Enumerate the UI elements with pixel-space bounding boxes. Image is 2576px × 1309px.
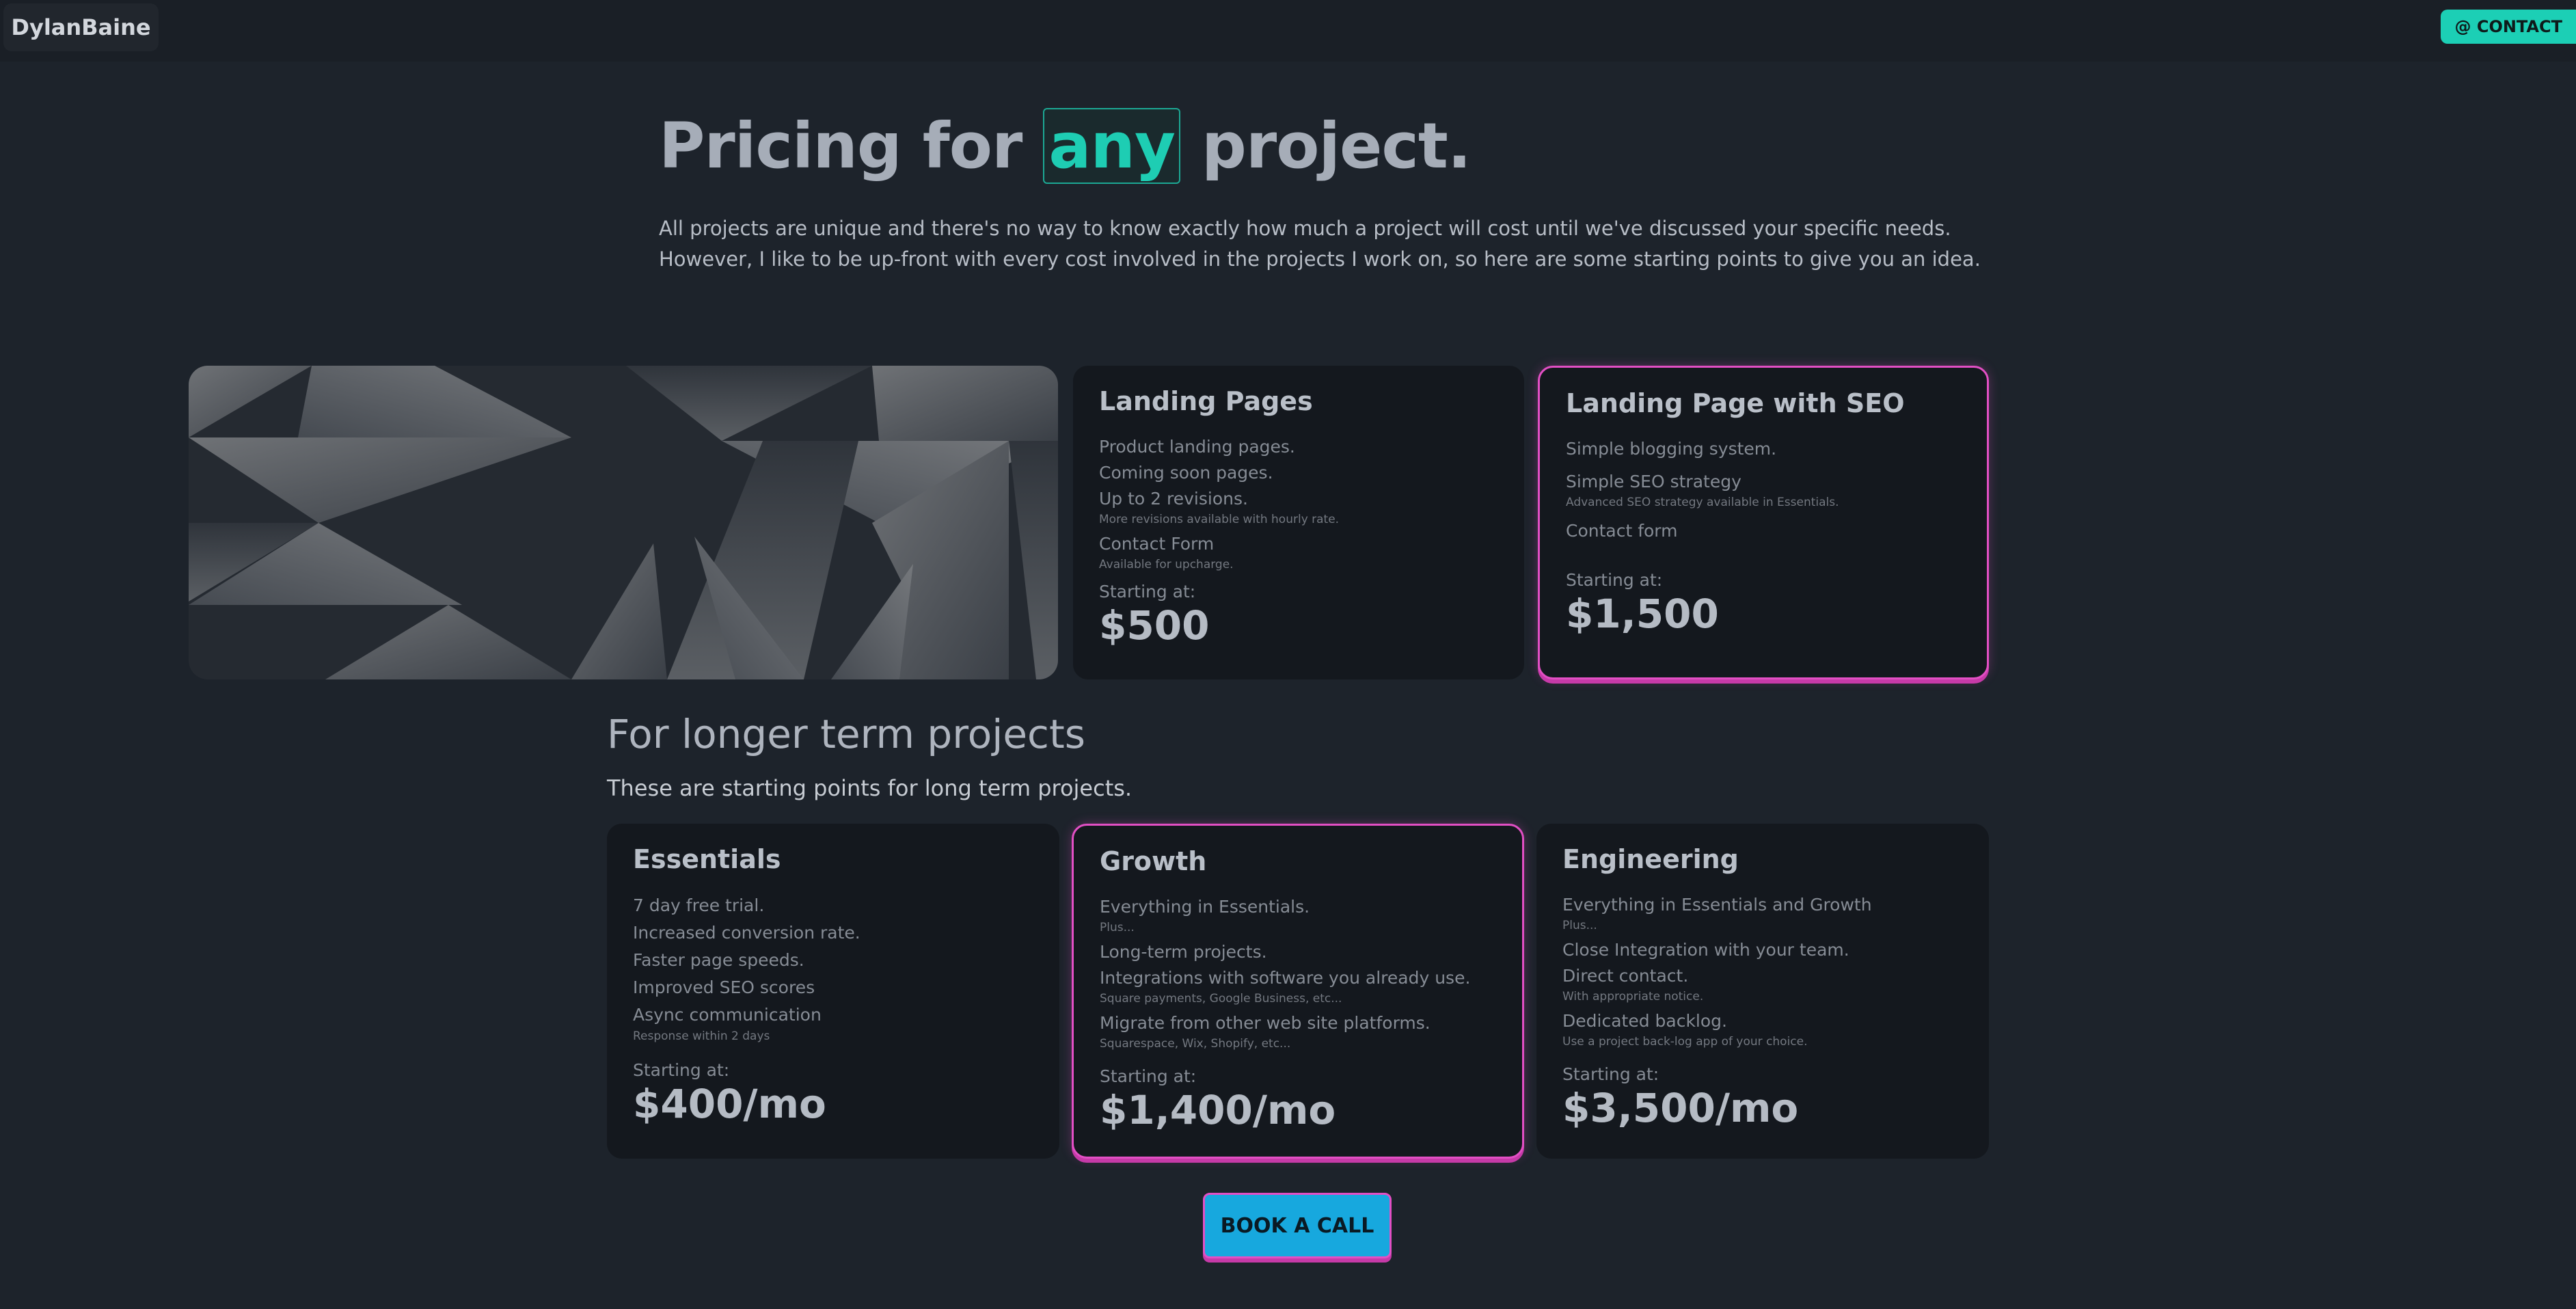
feature-item: Simple SEO strategy: [1566, 472, 1741, 491]
feature-note: More revisions available with hourly rat…: [1099, 513, 1340, 526]
starting-at-label: Starting at:: [1100, 1066, 1197, 1086]
feature-item: Contact Form: [1099, 534, 1215, 554]
starting-at-label: Starting at:: [1562, 1064, 1659, 1084]
decorative-geometric-art: [189, 366, 1058, 679]
feature-item: Everything in Essentials.: [1100, 897, 1310, 917]
card-title: Essentials: [633, 844, 781, 874]
feature-note: Advanced SEO strategy available in Essen…: [1566, 496, 1839, 509]
feature-note: Plus...: [1562, 919, 1597, 932]
pricing-card-landing-seo: Landing Page with SEO Simple blogging sy…: [1538, 366, 1989, 679]
feature-note: Plus...: [1100, 921, 1135, 934]
card-title: Growth: [1100, 846, 1207, 876]
starting-at-label: Starting at:: [1099, 582, 1196, 602]
brand-logo-link[interactable]: DylanBaine: [3, 3, 159, 51]
feature-item: Up to 2 revisions.: [1099, 489, 1248, 509]
feature-note: Square payments, Google Business, etc...: [1100, 992, 1342, 1006]
starting-at-label: Starting at:: [633, 1060, 730, 1080]
long-term-section-title: For longer term projects: [607, 711, 1085, 757]
feature-item: Faster page speeds.: [633, 950, 804, 970]
feature-note: Use a project back-log app of your choic…: [1562, 1035, 1808, 1049]
price: $1,400/mo: [1100, 1087, 1336, 1133]
feature-note: Response within 2 days: [633, 1029, 770, 1043]
starting-at-label: Starting at:: [1566, 570, 1663, 590]
title-highlight: any: [1043, 108, 1180, 184]
feature-item: Direct contact.: [1562, 966, 1689, 986]
book-a-call-button[interactable]: BOOK A CALL: [1203, 1193, 1392, 1258]
feature-item: Increased conversion rate.: [633, 923, 860, 943]
top-nav-bar: DylanBaine @ CONTACT: [0, 0, 2576, 62]
feature-item: Improved SEO scores: [633, 977, 815, 997]
card-title: Landing Pages: [1099, 386, 1313, 416]
contact-button[interactable]: @ CONTACT: [2441, 10, 2576, 44]
feature-item: Coming soon pages.: [1099, 463, 1273, 483]
feature-note: Available for upcharge.: [1099, 558, 1234, 571]
feature-item: Migrate from other web site platforms.: [1100, 1013, 1431, 1033]
pricing-card-engineering: Engineering Everything in Essentials and…: [1536, 824, 1989, 1159]
card-title: Landing Page with SEO: [1566, 388, 1905, 418]
price: $500: [1099, 602, 1210, 649]
feature-item: Close Integration with your team.: [1562, 940, 1849, 960]
feature-item: Async communication: [633, 1005, 822, 1025]
intro-paragraph: All projects are unique and there's no w…: [659, 217, 1981, 271]
price: $3,500/mo: [1562, 1085, 1799, 1131]
feature-item: Product landing pages.: [1099, 437, 1295, 457]
pricing-card-essentials: Essentials 7 day free trial. Increased c…: [607, 824, 1059, 1159]
feature-item: Long-term projects.: [1100, 942, 1267, 962]
title-text-before: Pricing for: [659, 109, 1022, 183]
title-text-after: project.: [1202, 109, 1472, 183]
feature-item: 7 day free trial.: [633, 895, 765, 915]
pricing-card-landing-pages: Landing Pages Product landing pages. Com…: [1073, 366, 1524, 679]
feature-item: Integrations with software you already u…: [1100, 968, 1471, 988]
feature-item: Simple blogging system.: [1566, 439, 1777, 459]
long-term-section-subtitle: These are starting points for long term …: [607, 775, 1133, 801]
price: $400/mo: [633, 1081, 826, 1127]
price: $1,500: [1566, 591, 1719, 637]
page-title: Pricing for any project.: [659, 108, 1472, 184]
feature-item: Everything in Essentials and Growth: [1562, 895, 1872, 915]
pricing-card-growth: Growth Everything in Essentials. Plus...…: [1072, 824, 1524, 1159]
feature-note: With appropriate notice.: [1562, 990, 1704, 1003]
feature-note: Squarespace, Wix, Shopify, etc...: [1100, 1037, 1291, 1051]
feature-item: Dedicated backlog.: [1562, 1011, 1727, 1031]
card-title: Engineering: [1562, 844, 1739, 874]
feature-item: Contact form: [1566, 521, 1678, 541]
